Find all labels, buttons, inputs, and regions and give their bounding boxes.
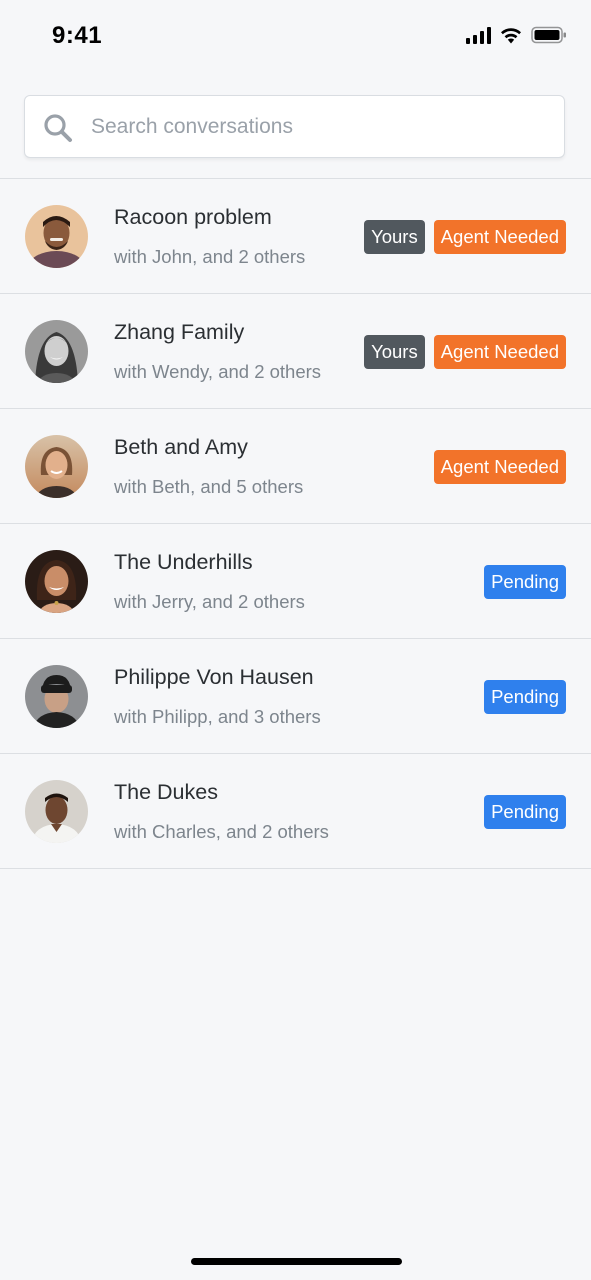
- yours-badge: Yours: [364, 220, 425, 254]
- agent-needed-badge: Agent Needed: [433, 335, 566, 369]
- conversation-participants: with Philipp, and 3 others: [114, 706, 321, 727]
- badge-group: Agent Needed: [433, 450, 566, 484]
- home-indicator[interactable]: [191, 1258, 402, 1265]
- conversation-participants: with Beth, and 5 others: [114, 476, 304, 497]
- avatar: [25, 205, 88, 268]
- conversation-participants: with Wendy, and 2 others: [114, 361, 322, 382]
- conversation-row[interactable]: The Underhills with Jerry, and 2 others …: [0, 524, 591, 639]
- status-icons: [466, 26, 567, 44]
- status-time: 9:41: [52, 22, 103, 49]
- conversation-row[interactable]: Beth and Amy with Beth, and 5 others Age…: [0, 409, 591, 524]
- badge-group: Yours Agent Needed: [364, 335, 566, 369]
- wifi-icon: [499, 26, 523, 44]
- conversation-participants: with John, and 2 others: [114, 246, 306, 267]
- cellular-signal-icon: [466, 26, 491, 44]
- badge-group: Pending: [484, 795, 566, 829]
- pending-badge: Pending: [484, 680, 566, 714]
- avatar: [25, 320, 88, 383]
- conversation-title: The Dukes: [114, 780, 218, 804]
- conversation-title: The Underhills: [114, 550, 253, 574]
- conversation-title: Philippe Von Hausen: [114, 665, 314, 689]
- avatar: [25, 435, 88, 498]
- pending-badge: Pending: [484, 795, 566, 829]
- avatar: [25, 665, 88, 728]
- conversation-title: Beth and Amy: [114, 435, 248, 459]
- conversation-title: Racoon problem: [114, 205, 272, 229]
- conversation-list: Racoon problem with John, and 2 others Y…: [0, 178, 591, 869]
- pending-badge: Pending: [484, 565, 566, 599]
- battery-icon: [531, 26, 567, 44]
- conversation-row[interactable]: Zhang Family with Wendy, and 2 others Yo…: [0, 294, 591, 409]
- yours-badge: Yours: [364, 335, 425, 369]
- conversation-row[interactable]: Racoon problem with John, and 2 others Y…: [0, 179, 591, 294]
- conversation-row[interactable]: The Dukes with Charles, and 2 others Pen…: [0, 754, 591, 869]
- search-icon: [43, 113, 73, 143]
- agent-needed-badge: Agent Needed: [433, 220, 566, 254]
- avatar: [25, 780, 88, 843]
- conversation-participants: with Jerry, and 2 others: [114, 591, 305, 612]
- badge-group: Pending: [484, 565, 566, 599]
- search-bar[interactable]: [24, 95, 565, 158]
- search-input[interactable]: [91, 96, 541, 157]
- badge-group: Pending: [484, 680, 566, 714]
- status-bar: 9:41: [0, 0, 591, 72]
- agent-needed-badge: Agent Needed: [433, 450, 566, 484]
- conversation-row[interactable]: Philippe Von Hausen with Philipp, and 3 …: [0, 639, 591, 754]
- badge-group: Yours Agent Needed: [364, 220, 566, 254]
- conversation-title: Zhang Family: [114, 320, 245, 344]
- avatar: [25, 550, 88, 613]
- conversation-participants: with Charles, and 2 others: [114, 821, 329, 842]
